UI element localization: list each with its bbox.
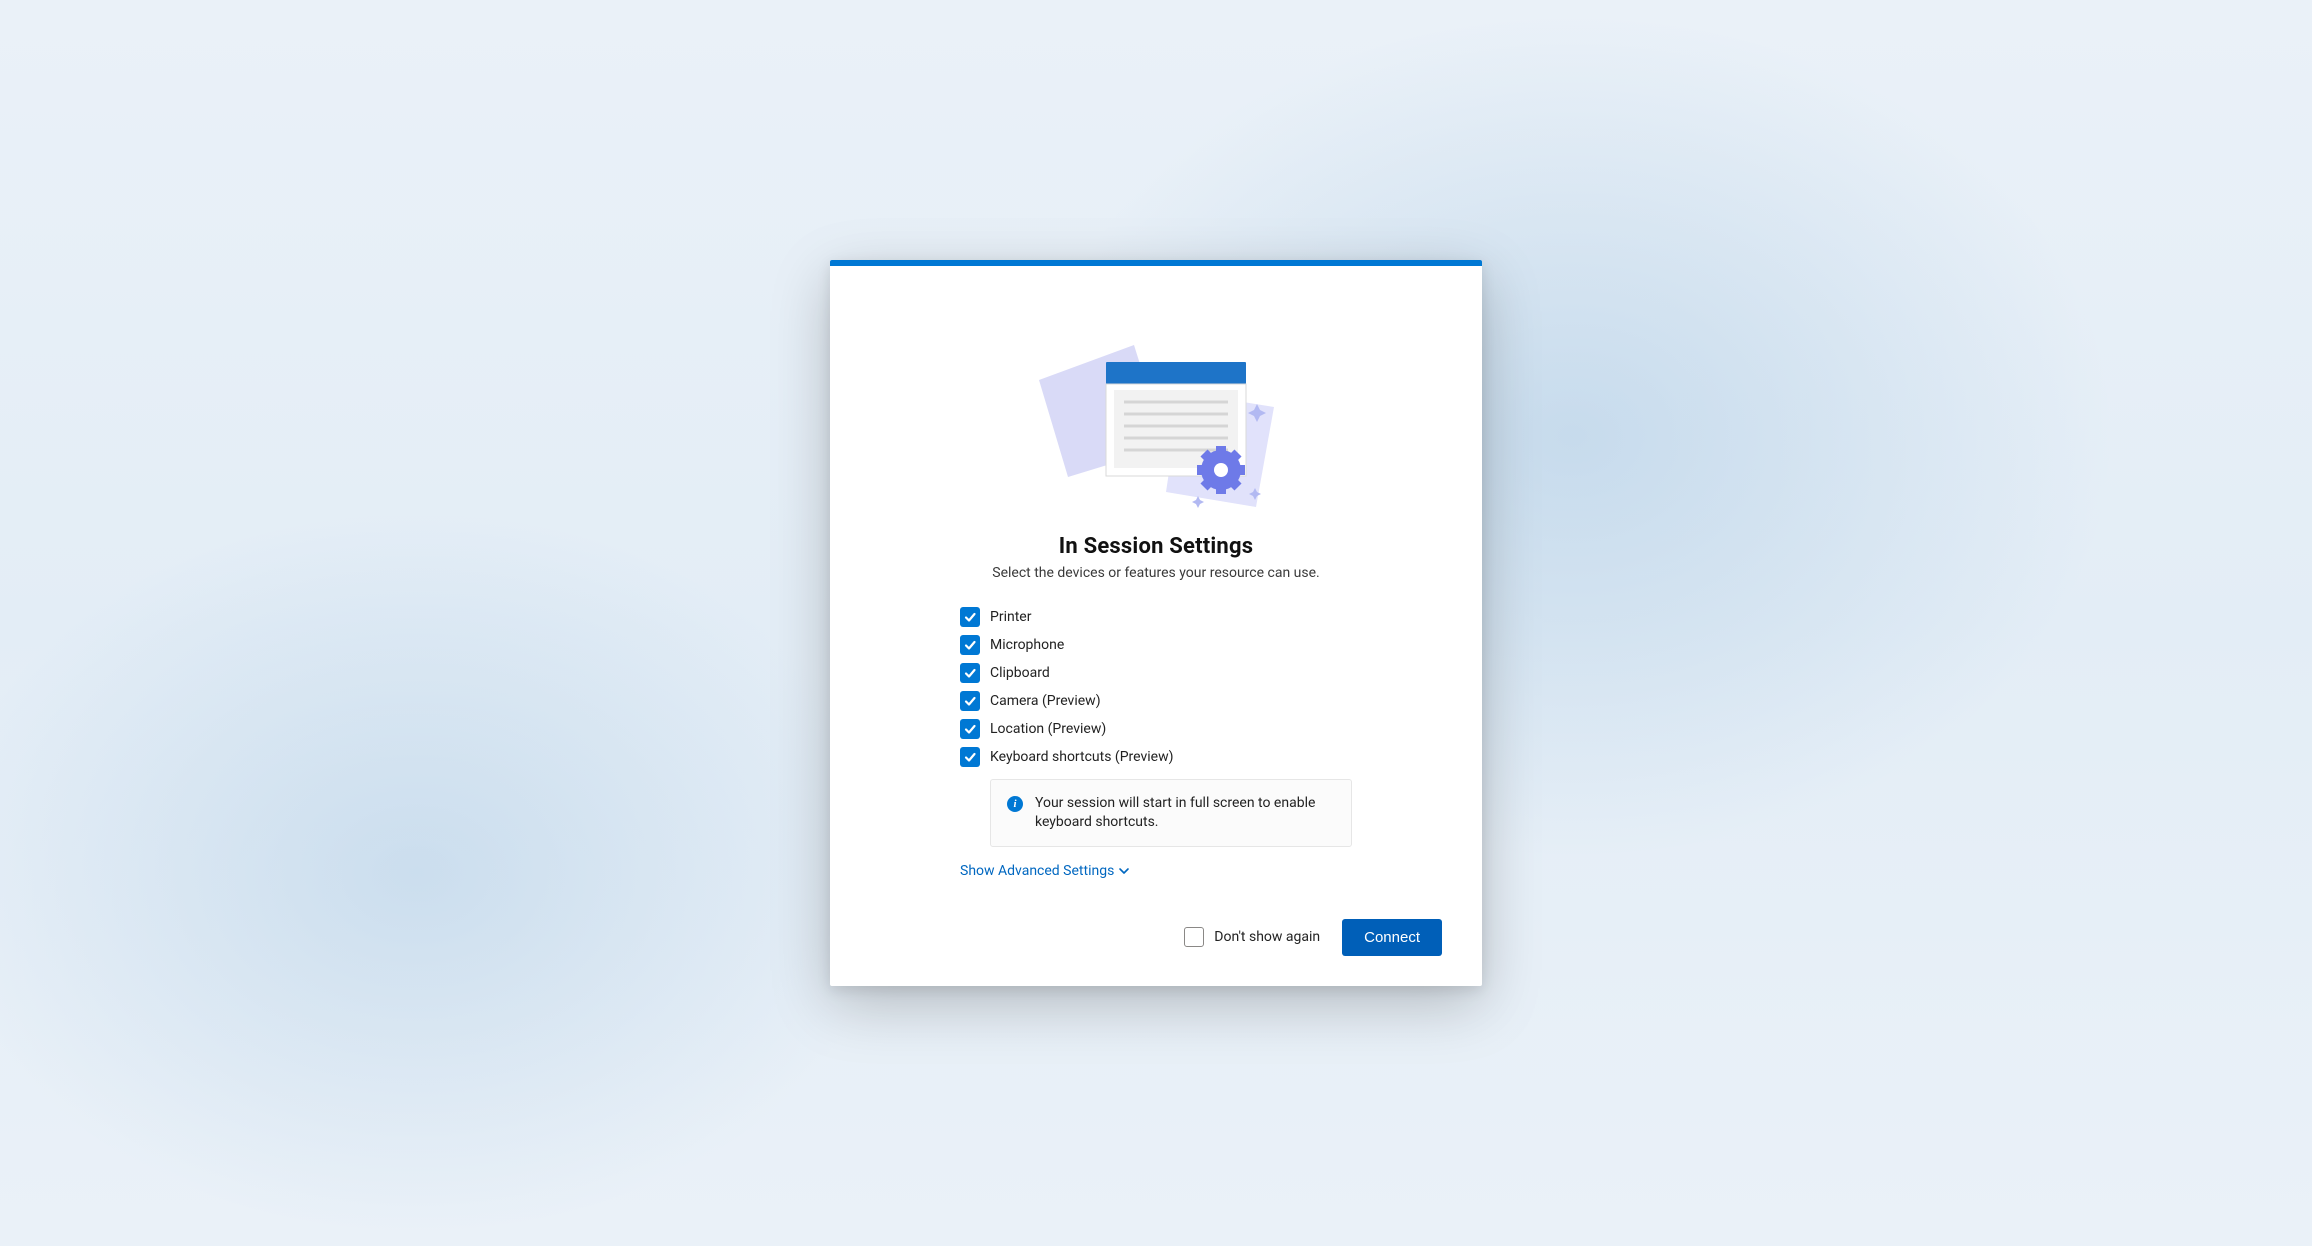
option-label: Printer — [990, 609, 1031, 625]
checkbox-dont-show-again[interactable] — [1184, 927, 1204, 947]
option-label: Clipboard — [990, 665, 1050, 681]
info-icon — [1007, 796, 1023, 812]
hero-illustration — [870, 302, 1442, 512]
option-microphone[interactable]: Microphone — [960, 631, 1352, 659]
device-options-list: Printer Microphone Clipboard Camera (Pre… — [960, 603, 1352, 879]
option-camera[interactable]: Camera (Preview) — [960, 687, 1352, 715]
option-printer[interactable]: Printer — [960, 603, 1352, 631]
dialog-subtitle: Select the devices or features your reso… — [870, 565, 1442, 581]
dialog-title: In Session Settings — [870, 534, 1442, 559]
dont-show-again-option[interactable]: Don't show again — [1184, 927, 1320, 947]
checkbox-microphone[interactable] — [960, 635, 980, 655]
checkbox-location[interactable] — [960, 719, 980, 739]
option-label: Microphone — [990, 637, 1064, 653]
advanced-settings-label: Show Advanced Settings — [960, 863, 1114, 879]
dialog-footer: Don't show again Connect — [870, 919, 1442, 956]
option-clipboard[interactable]: Clipboard — [960, 659, 1352, 687]
dont-show-again-label: Don't show again — [1214, 929, 1320, 945]
option-label: Keyboard shortcuts (Preview) — [990, 749, 1174, 765]
checkbox-printer[interactable] — [960, 607, 980, 627]
chevron-down-icon — [1118, 865, 1130, 877]
info-callout-text: Your session will start in full screen t… — [1035, 794, 1335, 832]
checkbox-clipboard[interactable] — [960, 663, 980, 683]
show-advanced-settings-toggle[interactable]: Show Advanced Settings — [960, 863, 1352, 879]
connect-button[interactable]: Connect — [1342, 919, 1442, 956]
fullscreen-info-callout: Your session will start in full screen t… — [990, 779, 1352, 847]
checkbox-keyboard-shortcuts[interactable] — [960, 747, 980, 767]
dialog-body: In Session Settings Select the devices o… — [830, 266, 1482, 986]
option-label: Location (Preview) — [990, 721, 1106, 737]
option-keyboard-shortcuts[interactable]: Keyboard shortcuts (Preview) — [960, 743, 1352, 771]
settings-illustration-icon — [1006, 302, 1306, 512]
checkbox-camera[interactable] — [960, 691, 980, 711]
option-location[interactable]: Location (Preview) — [960, 715, 1352, 743]
session-settings-dialog: In Session Settings Select the devices o… — [830, 260, 1482, 986]
option-label: Camera (Preview) — [990, 693, 1101, 709]
